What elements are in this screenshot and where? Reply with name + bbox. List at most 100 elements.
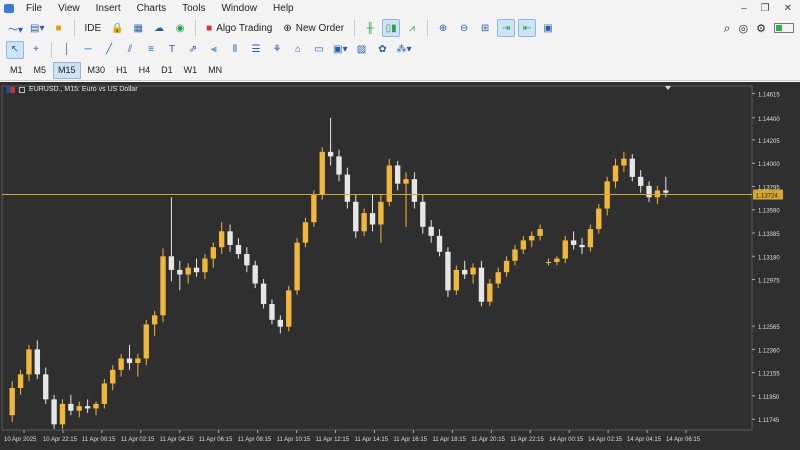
cursor-icon[interactable]: ↖ [6,40,24,59]
toolbar-separator [427,20,429,36]
bull-candle [621,158,627,166]
algo-trading-button[interactable]: ■ Algo Trading [202,19,276,37]
bull-candle [361,213,367,232]
bear-candle [277,319,284,327]
timeframe-m1[interactable]: M1 [6,62,27,79]
bull-candle [76,406,82,411]
candlestick-chart-icon[interactable]: ▯▮ [382,19,401,37]
new-order-icon: ⊕ [283,22,292,34]
account-icon[interactable]: ◎ [739,22,749,35]
price-tick-label: 1.12155 [758,372,780,378]
menu-insert[interactable]: Insert [88,0,129,17]
menu-view[interactable]: View [50,0,88,17]
bull-candle [453,269,459,291]
chart-shift-icon[interactable]: ⇤ [518,19,537,37]
new-order-button[interactable]: ⊕ New Order [279,19,348,37]
minimize-button[interactable]: – [741,3,747,14]
restore-button[interactable]: ❐ [761,3,770,14]
timeframe-m15[interactable]: M15 [53,61,81,79]
algo-trading-icon: ■ [206,22,213,34]
current-price-label: 1.13724 [756,194,778,200]
timeframe-m5[interactable]: M5 [30,62,51,79]
price-tick-label: 1.13180 [758,255,780,261]
profiles-dropdown-icon[interactable]: ▤▾ [28,19,46,37]
bull-candle [495,272,501,284]
indicators-icon[interactable]: ▨ [352,41,370,59]
grid-icon[interactable]: ⊞ [476,19,494,37]
bear-candle [637,176,644,186]
menu-window[interactable]: Window [213,0,265,17]
line-chart-icon[interactable]: ⩘ [403,19,421,37]
candlestick-chart[interactable]: 1.146151.144001.142051.140001.137951.135… [0,82,800,450]
bull-candle [302,222,309,243]
bear-candle [168,256,175,270]
equidistant-channel-icon[interactable]: ⫽ [121,41,139,59]
data-icon[interactable]: ▦ [129,19,147,37]
timeframe-h1[interactable]: H1 [112,62,132,79]
auto-scroll-icon[interactable]: ⇥ [497,19,516,37]
timeframe-w1[interactable]: W1 [180,62,202,79]
bull-candle [487,283,493,302]
menu-file[interactable]: File [18,0,50,17]
templates-icon[interactable]: ✿ [373,41,391,59]
timeframe-mn[interactable]: MN [204,62,226,79]
chart-shift-marker-icon [665,86,671,90]
ide-button[interactable]: IDE [81,19,106,37]
vertical-line-icon[interactable]: │ [58,41,76,59]
time-tick-label: 14 Apr 00:15 [549,437,584,443]
pitchfork-icon[interactable]: ⫷ [205,41,223,59]
bull-candle [587,229,594,248]
timeframe-h4[interactable]: H4 [135,62,155,79]
zoom-out-icon[interactable]: ⊖ [455,19,473,37]
bull-candle [403,179,409,184]
timeframe-d1[interactable]: D1 [157,62,177,79]
time-tick-label: 10 Apr 2025 [4,437,37,443]
shapes-icon[interactable]: ⌂ [289,41,307,59]
bear-candle [260,283,267,304]
market-watch-icon[interactable]: ■ [50,19,68,37]
bull-candle [9,387,15,416]
cloud-icon[interactable]: ☁ [150,19,168,37]
crosshair-icon[interactable]: + [27,41,45,59]
arrows-icon[interactable]: ⇗ [184,41,202,59]
menu-tools[interactable]: Tools [174,0,213,17]
bear-candle [177,269,183,275]
fibonacci-icon[interactable]: ≡ [142,41,160,59]
rectangle-icon[interactable]: ▭ [310,41,328,59]
bull-candle [294,242,300,291]
more-tools-dropdown-icon[interactable]: ⁂▾ [394,41,413,59]
chart-area[interactable]: 1.14615 1.14400 1.14205 1.14000 1.13795 1.135… [0,82,800,450]
trendline-icon[interactable]: ╱ [100,41,118,59]
bar-chart-icon[interactable]: ╫ [361,19,379,37]
time-tick-label: 11 Apr 08:15 [238,437,272,443]
screenshot-icon[interactable]: ▣ [539,19,557,37]
bear-candle [68,403,74,411]
app-icon [4,4,14,13]
menu-charts[interactable]: Charts [129,0,174,17]
settings-icon[interactable]: ⚙ [756,22,766,35]
chart-type-dropdown-icon[interactable]: 〜▾ [6,19,25,37]
timeframes-toolbar: M1 M5 M15 M30 H1 H4 D1 W1 MN [0,60,800,81]
bull-candle [470,267,476,275]
bear-candle [327,151,334,157]
objects-dropdown-icon[interactable]: ▣▾ [331,41,349,59]
menu-help[interactable]: Help [265,0,302,17]
cycle-lines-icon[interactable]: ⦀ [226,41,244,59]
time-tick-label: 11 Apr 20:15 [471,437,505,443]
bull-candle [545,261,552,264]
bull-candle [101,383,108,404]
timeframe-m30[interactable]: M30 [84,62,110,79]
lock-icon[interactable]: 🔒 [108,19,126,37]
time-tick-label: 11 Apr 04:15 [160,437,194,443]
elliott-icon[interactable]: ⚘ [268,41,286,59]
bear-candle [579,244,585,248]
horizontal-line-icon[interactable]: ─ [79,41,97,59]
search-icon[interactable]: ⌕ [724,21,731,36]
connection-status-icon[interactable] [774,23,794,33]
algo-trading-label: Algo Trading [216,22,273,34]
text-tool-icon[interactable]: T [163,41,181,59]
zoom-in-icon[interactable]: ⊕ [434,19,452,37]
gann-icon[interactable]: ☰ [247,41,265,59]
signals-icon[interactable]: ◉ [171,19,189,37]
close-button[interactable]: ✕ [784,3,792,14]
